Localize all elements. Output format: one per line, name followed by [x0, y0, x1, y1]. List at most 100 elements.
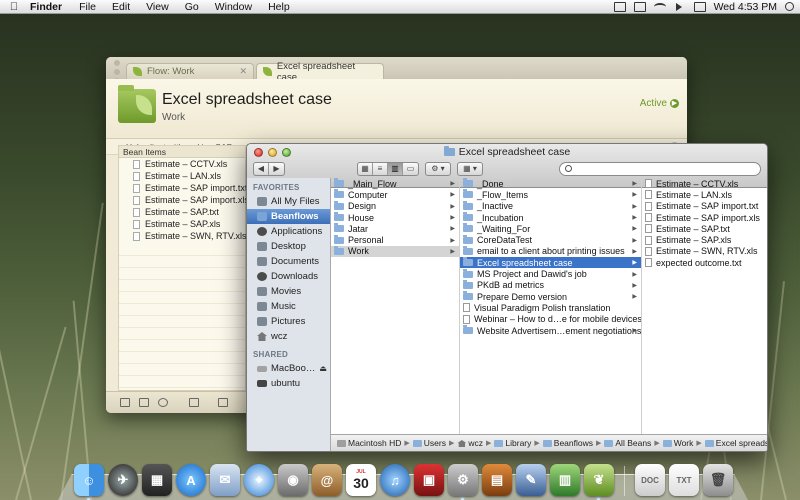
list-item[interactable]: Estimate – CCTV.xls [642, 178, 767, 189]
list-item[interactable]: Prepare Demo version ▶ [460, 291, 641, 302]
menu-window[interactable]: Window [215, 1, 252, 13]
list-item[interactable]: Estimate – SWN, RTV.xls [642, 246, 767, 257]
sidebar-item-desktop[interactable]: Desktop [247, 239, 330, 254]
finder-icon[interactable]: ☺ [74, 464, 104, 500]
menu-help[interactable]: Help [268, 1, 290, 13]
documents-stack-icon[interactable]: DOC [635, 464, 665, 496]
menu-app-name[interactable]: Finder [30, 1, 62, 13]
sidebar-item-pictures[interactable]: Pictures [247, 314, 330, 329]
list-item[interactable]: Estimate – SWN, RTV.xls [119, 230, 247, 242]
list-item[interactable]: _Incubation ▶ [460, 212, 641, 223]
list-item[interactable]: Webinar – How to d…e for mobile devices [460, 314, 641, 325]
list-item-selected[interactable]: Excel spreadsheet case ▶ [460, 257, 641, 269]
list-item[interactable]: Estimate – SAP import.txt [119, 182, 247, 194]
list-item[interactable]: Estimate – CCTV.xls [119, 158, 245, 170]
close-tab-icon[interactable]: ✕ [239, 66, 247, 77]
sidebar-item-movies[interactable]: Movies [247, 284, 330, 299]
sidebar-item-ubuntu[interactable]: ubuntu [247, 376, 330, 391]
sidebar-item-applications[interactable]: Applications [247, 224, 330, 239]
list-item[interactable]: MS Project and Dawid's job ▶ [460, 268, 641, 279]
add-file-icon[interactable] [139, 398, 149, 407]
list-item[interactable]: Estimate – SAP.xls [119, 218, 245, 230]
path-item-wcz[interactable]: wcz [457, 438, 483, 448]
tab-excel-spreadsheet-case[interactable]: Excel spreadsheet case [256, 61, 384, 83]
mail-icon[interactable]: ✉ [210, 464, 240, 496]
list-item[interactable]: Website Advertisem…ement negotiations ▶ [460, 325, 641, 336]
tab-flow-work[interactable]: Flow: Work ✕ [126, 63, 254, 79]
sidebar-item-beanflows[interactable]: Beanflows [247, 209, 330, 224]
menu-edit[interactable]: Edit [112, 1, 130, 13]
list-item[interactable]: expected outcome.txt [642, 257, 767, 268]
list-item-selected[interactable]: Work ▶ [331, 245, 459, 258]
list-item[interactable]: _Inactive ▶ [460, 200, 641, 212]
new-folder-icon[interactable] [189, 398, 199, 407]
list-item[interactable]: Visual Paradigm Polish translation [460, 302, 641, 313]
sidebar-item-documents[interactable]: Documents [247, 254, 330, 269]
cover-flow-button[interactable]: ▭ [403, 163, 418, 175]
text-stack-icon[interactable]: TXT [669, 464, 699, 496]
app-store-icon[interactable]: A [176, 464, 206, 496]
forward-button[interactable]: ▶ [269, 163, 284, 175]
list-item[interactable]: Jatar ▶ [331, 223, 459, 234]
back-button[interactable]: ◀ [254, 162, 269, 175]
list-item[interactable]: Estimate – SAP.xls [642, 234, 767, 245]
active-status-link[interactable]: Active ▶ [640, 98, 679, 109]
list-item[interactable]: _Flow_Items ▶ [460, 189, 641, 200]
eject-icon[interactable]: ⏏ [319, 364, 327, 373]
search-field[interactable] [559, 161, 761, 176]
icon-view-button[interactable]: ▦ [358, 162, 373, 175]
arrange-menu-button[interactable]: ▦ ▾ [457, 161, 483, 176]
path-item-macintosh-hd[interactable]: Macintosh HD [337, 438, 401, 448]
launchpad-icon[interactable]: ✈ [108, 464, 138, 496]
apple-menu-icon[interactable]:  [4, 1, 24, 13]
mission-control-icon[interactable]: ▦ [142, 464, 172, 496]
path-item-excel-spreadsheet-case[interactable]: Excel spreadsheet case [704, 438, 767, 448]
trash-icon[interactable]: 🗑 [703, 464, 733, 496]
column-view-button[interactable]: ▥ [388, 162, 403, 175]
path-item-all-beans[interactable]: All Beans [604, 438, 651, 448]
itunes-icon[interactable]: ♫ [380, 464, 410, 496]
list-item[interactable]: Estimate – LAN.xls [119, 170, 245, 182]
menu-go[interactable]: Go [185, 1, 199, 13]
ical-icon[interactable]: JUL 30 [346, 464, 376, 496]
list-item[interactable]: House ▶ [331, 212, 459, 223]
clock[interactable]: Wed 4:53 PM [714, 1, 777, 13]
bluetooth-icon[interactable] [633, 1, 646, 12]
sidebar-item-downloads[interactable]: Downloads [247, 269, 330, 284]
photo-booth-icon[interactable]: ▣ [414, 464, 444, 496]
list-item[interactable]: _Done ▶ [460, 178, 641, 189]
time-machine-icon[interactable] [613, 1, 626, 12]
beanflows-icon[interactable]: ❦ [584, 464, 614, 500]
list-item[interactable]: Estimate – SAP import.xls [642, 212, 767, 223]
search-input[interactable] [576, 162, 756, 175]
list-item[interactable]: email to a client about printing issues ▶ [460, 245, 641, 257]
list-item[interactable]: Estimate – SAP import.xls [119, 194, 249, 206]
safari-icon[interactable]: ⌖ [244, 464, 274, 496]
path-item-library[interactable]: Library [494, 438, 531, 448]
sidebar-item-wcz[interactable]: wcz [247, 329, 330, 344]
keynote-icon[interactable]: ▤ [482, 464, 512, 496]
list-item[interactable]: CoreDataTest ▶ [460, 234, 641, 245]
trash-icon[interactable] [218, 398, 228, 407]
path-item-work[interactable]: Work [662, 438, 693, 448]
list-item[interactable]: Estimate – LAN.xls [642, 189, 767, 200]
list-item[interactable]: _Main_Flow ▶ [331, 178, 459, 189]
list-item[interactable]: PKdB ad metrics ▶ [460, 279, 641, 291]
list-item[interactable]: _Waiting_For ▶ [460, 223, 641, 234]
path-item-beanflows[interactable]: Beanflows [542, 438, 593, 448]
facetime-icon[interactable]: ◉ [278, 464, 308, 496]
menu-view[interactable]: View [146, 1, 169, 13]
spotlight-icon[interactable] [785, 2, 794, 11]
address-book-icon[interactable]: @ [312, 464, 342, 496]
list-view-button[interactable]: ≡ [373, 162, 388, 175]
preview-icon[interactable]: ✎ [516, 464, 546, 496]
battery-icon[interactable] [693, 1, 706, 12]
numbers-icon[interactable]: ▥ [550, 464, 580, 496]
list-item[interactable]: Estimate – SAP.txt [119, 206, 245, 218]
action-menu-button[interactable]: ⚙ ▾ [425, 161, 451, 176]
menu-file[interactable]: File [79, 1, 96, 13]
system-preferences-icon[interactable]: ⚙ [448, 464, 478, 500]
sidebar-item-music[interactable]: Music [247, 299, 330, 314]
list-item[interactable]: Personal ▶ [331, 234, 459, 245]
wifi-icon[interactable] [653, 2, 666, 11]
